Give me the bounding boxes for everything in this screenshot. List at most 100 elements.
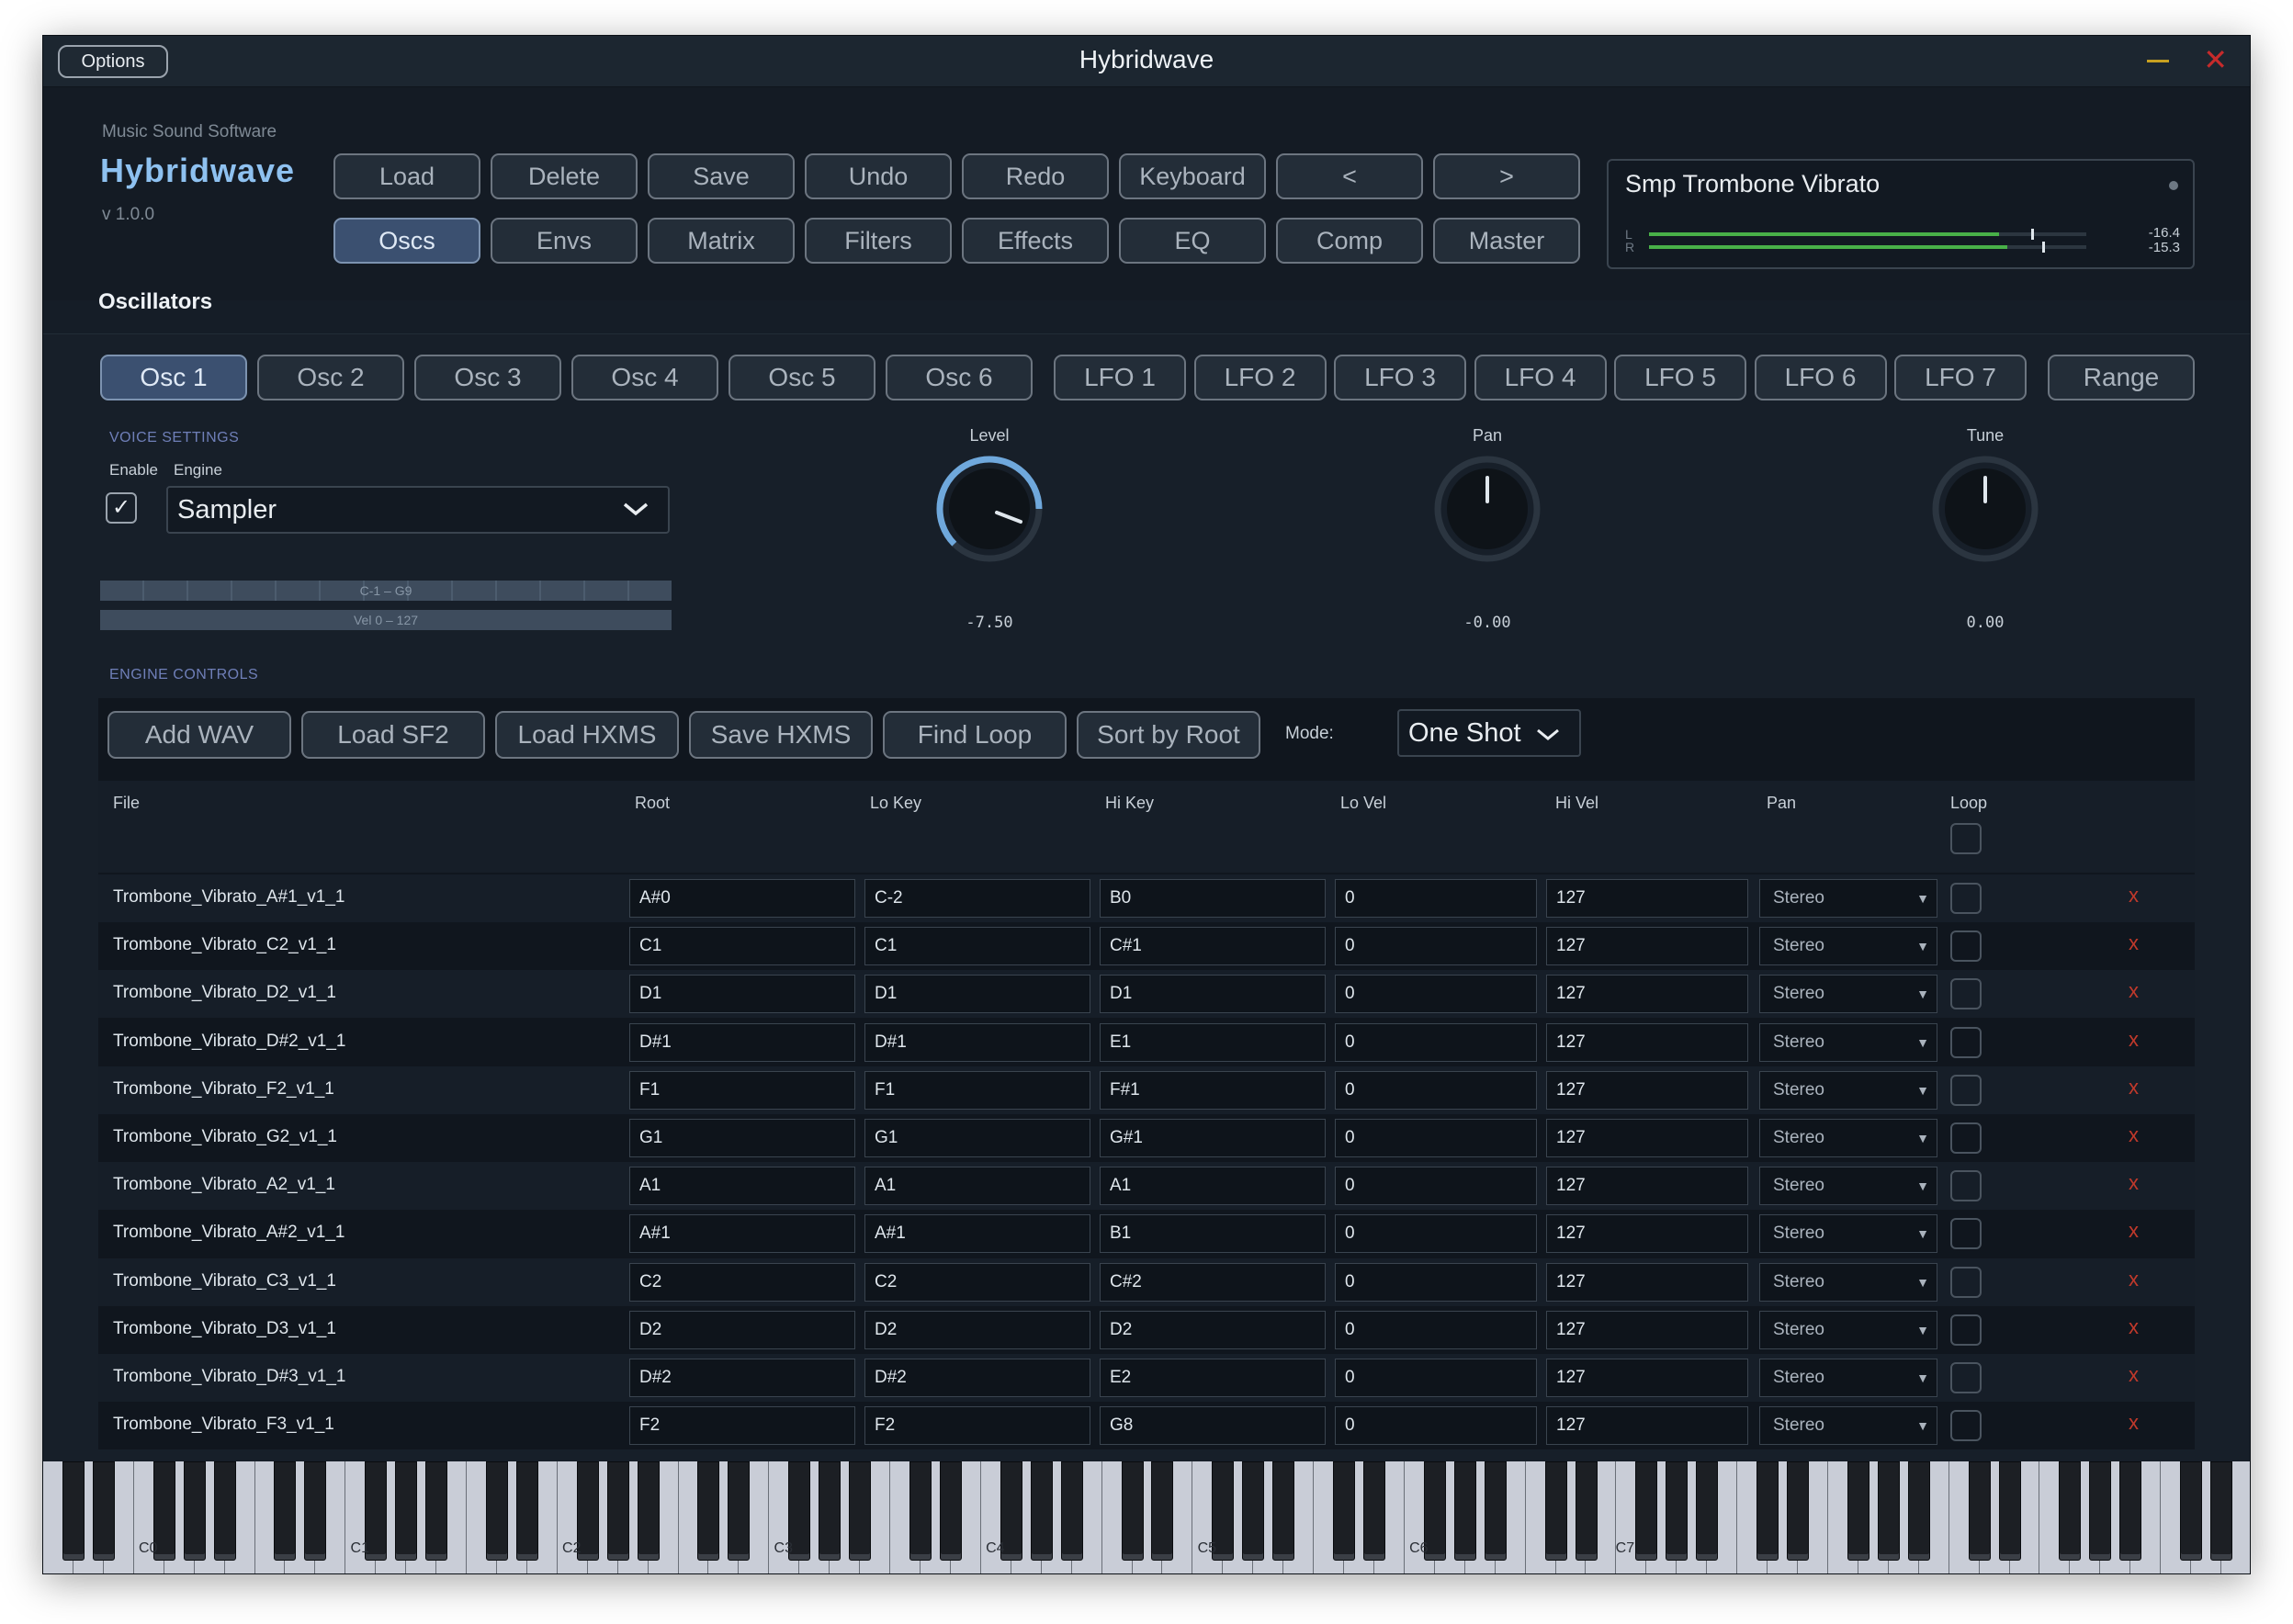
minimize-icon[interactable] (2147, 60, 2169, 62)
lo-vel-input[interactable]: 0 (1335, 1167, 1537, 1206)
pan-select[interactable]: Stereo ▼ (1759, 1262, 1937, 1302)
pan-knob[interactable] (1432, 454, 1542, 564)
loop-checkbox[interactable] (1950, 1314, 1982, 1346)
hi-key-input[interactable]: G8 (1100, 1406, 1326, 1446)
hi-key-input[interactable]: G#1 (1100, 1119, 1326, 1157)
piano-keyboard[interactable]: C0 C1 C2 C3 C4 C5 C6 C7 (43, 1461, 2250, 1573)
black-key[interactable] (909, 1461, 932, 1561)
root-input[interactable]: G1 (629, 1119, 855, 1157)
delete-sample-icon[interactable]: x (2129, 1268, 2139, 1291)
lo-key-input[interactable]: G1 (864, 1119, 1090, 1157)
pan-select[interactable]: Stereo ▼ (1759, 1359, 1937, 1397)
black-key[interactable] (1575, 1461, 1598, 1561)
close-icon[interactable]: ✕ (2203, 45, 2228, 74)
lo-key-input[interactable]: A#1 (864, 1214, 1090, 1254)
black-key[interactable] (1666, 1461, 1689, 1561)
pan-select[interactable]: Stereo ▼ (1759, 1167, 1937, 1206)
tab-lfo-6[interactable]: LFO 6 (1754, 355, 1887, 400)
black-key[interactable] (485, 1461, 508, 1561)
black-key[interactable] (425, 1461, 448, 1561)
hi-key-input[interactable]: E2 (1100, 1359, 1326, 1397)
tab-lfo-5[interactable]: LFO 5 (1614, 355, 1746, 400)
load-hxms-button[interactable]: Load HXMS (495, 711, 679, 759)
find-loop-button[interactable]: Find Loop (883, 711, 1067, 759)
black-key[interactable] (1907, 1461, 1930, 1561)
tab-osc-1[interactable]: Osc 1 (100, 355, 247, 400)
pan-select[interactable]: Stereo ▼ (1759, 975, 1937, 1014)
lo-vel-input[interactable]: 0 (1335, 1214, 1537, 1254)
add-wav-button[interactable]: Add WAV (107, 711, 291, 759)
root-input[interactable]: F2 (629, 1406, 855, 1446)
black-key[interactable] (213, 1461, 236, 1561)
black-key[interactable] (2210, 1461, 2233, 1561)
lo-key-input[interactable]: D2 (864, 1310, 1090, 1349)
lo-key-input[interactable]: C2 (864, 1262, 1090, 1302)
mode-select[interactable]: One Shot (1397, 709, 1581, 757)
hi-vel-input[interactable]: 127 (1546, 1262, 1748, 1302)
hi-vel-input[interactable]: 127 (1546, 1070, 1748, 1110)
prev-preset-button[interactable]: < (1276, 153, 1423, 199)
lo-vel-input[interactable]: 0 (1335, 1070, 1537, 1110)
tab-osc-3[interactable]: Osc 3 (414, 355, 561, 400)
black-key[interactable] (274, 1461, 297, 1561)
tab-lfo-1[interactable]: LFO 1 (1054, 355, 1186, 400)
loop-checkbox[interactable] (1950, 930, 1982, 963)
root-input[interactable]: F1 (629, 1070, 855, 1110)
lo-vel-input[interactable]: 0 (1335, 1119, 1537, 1157)
save-hxms-button[interactable]: Save HXMS (689, 711, 873, 759)
tab-lfo-4[interactable]: LFO 4 (1474, 355, 1607, 400)
black-key[interactable] (637, 1461, 660, 1561)
pan-select[interactable]: Stereo ▼ (1759, 879, 1937, 918)
lo-vel-input[interactable]: 0 (1335, 1406, 1537, 1446)
tab-osc-5[interactable]: Osc 5 (729, 355, 875, 400)
lo-vel-input[interactable]: 0 (1335, 1310, 1537, 1349)
hi-key-input[interactable]: E1 (1100, 1022, 1326, 1062)
root-input[interactable]: D#2 (629, 1359, 855, 1397)
loop-checkbox[interactable] (1950, 978, 1982, 1010)
loop-checkbox[interactable] (1950, 1218, 1982, 1250)
black-key[interactable] (1847, 1461, 1869, 1561)
lo-vel-input[interactable]: 0 (1335, 1022, 1537, 1062)
level-knob[interactable] (934, 454, 1045, 564)
hi-vel-input[interactable]: 127 (1546, 1359, 1748, 1397)
hi-vel-input[interactable]: 127 (1546, 927, 1748, 966)
black-key[interactable] (1635, 1461, 1658, 1561)
black-key[interactable] (697, 1461, 720, 1561)
root-input[interactable]: C1 (629, 927, 855, 966)
delete-sample-icon[interactable]: x (2129, 979, 2139, 1003)
delete-sample-icon[interactable]: x (2129, 1411, 2139, 1435)
loop-checkbox[interactable] (1950, 1122, 1982, 1154)
loop-checkbox[interactable] (1950, 883, 1982, 914)
root-input[interactable]: D2 (629, 1310, 855, 1349)
black-key[interactable] (1998, 1461, 2021, 1561)
black-key[interactable] (1333, 1461, 1356, 1561)
hi-vel-input[interactable]: 127 (1546, 1310, 1748, 1349)
black-key[interactable] (2059, 1461, 2082, 1561)
black-key[interactable] (849, 1461, 872, 1561)
pan-select[interactable]: Stereo ▼ (1759, 1119, 1937, 1157)
lo-vel-input[interactable]: 0 (1335, 927, 1537, 966)
root-input[interactable]: C2 (629, 1262, 855, 1302)
hi-vel-input[interactable]: 127 (1546, 1022, 1748, 1062)
black-key[interactable] (819, 1461, 842, 1561)
black-key[interactable] (728, 1461, 751, 1561)
root-input[interactable]: A1 (629, 1167, 855, 1206)
black-key[interactable] (1877, 1461, 1900, 1561)
nav-matrix-button[interactable]: Matrix (648, 218, 795, 264)
lo-key-input[interactable]: C-2 (864, 879, 1090, 918)
delete-sample-icon[interactable]: x (2129, 1315, 2139, 1339)
pan-select[interactable]: Stereo ▼ (1759, 1406, 1937, 1446)
loop-all-checkbox[interactable] (1950, 823, 1982, 854)
hi-vel-input[interactable]: 127 (1546, 879, 1748, 918)
delete-button[interactable]: Delete (491, 153, 638, 199)
pan-select[interactable]: Stereo ▼ (1759, 927, 1937, 966)
black-key[interactable] (939, 1461, 962, 1561)
hi-key-input[interactable]: D1 (1100, 975, 1326, 1014)
pan-select[interactable]: Stereo ▼ (1759, 1310, 1937, 1349)
black-key[interactable] (515, 1461, 538, 1561)
nav-filters-button[interactable]: Filters (805, 218, 952, 264)
loop-checkbox[interactable] (1950, 1362, 1982, 1393)
tab-osc-6[interactable]: Osc 6 (886, 355, 1033, 400)
save-button[interactable]: Save (648, 153, 795, 199)
lo-vel-input[interactable]: 0 (1335, 879, 1537, 918)
